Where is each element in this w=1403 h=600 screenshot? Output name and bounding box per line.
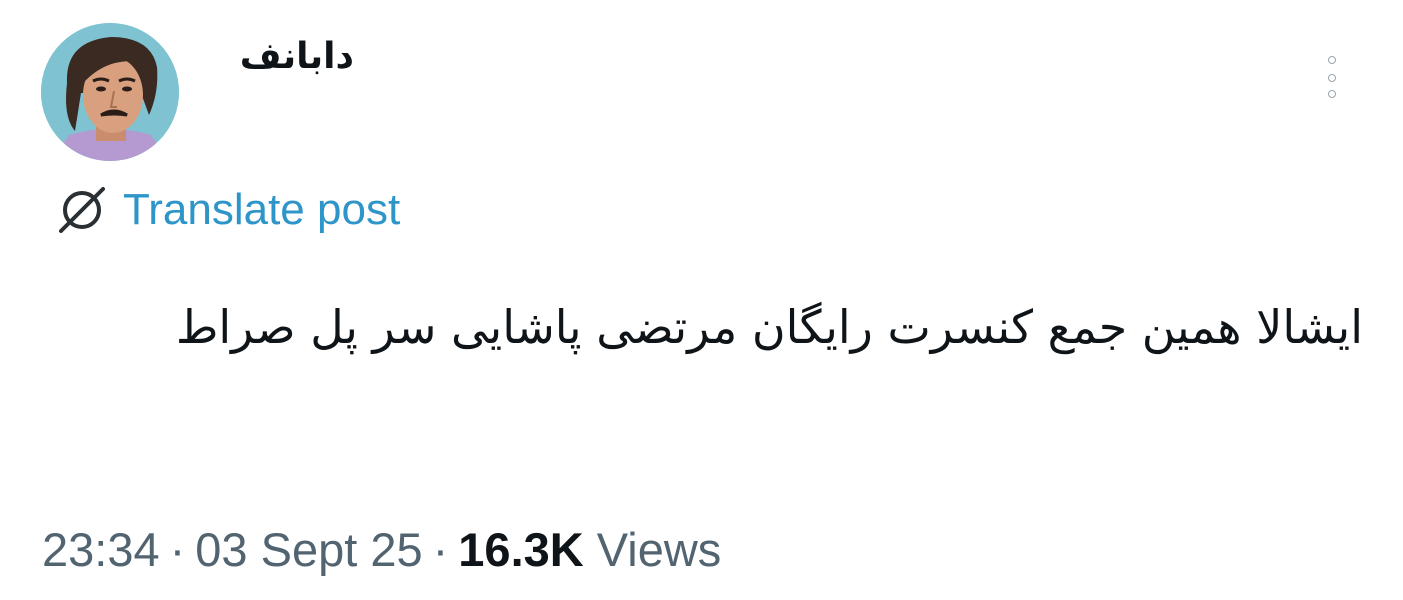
views-label: Views [596, 523, 722, 576]
avatar[interactable] [41, 23, 179, 161]
meta-separator: · [432, 523, 449, 576]
translate-post-label: Translate post [123, 185, 401, 234]
translate-post-button[interactable]: Translate post [55, 182, 400, 238]
more-vertical-icon[interactable] [1320, 52, 1346, 104]
post-date[interactable]: 03 Sept 25 [195, 523, 422, 576]
post-time[interactable]: 23:34 [42, 523, 160, 576]
meta-separator: · [169, 523, 186, 576]
globe-slash-icon [59, 187, 105, 233]
author-display-name[interactable]: دابانف [214, 34, 354, 80]
avatar-image [41, 23, 179, 161]
post-meta: 23:34 · 03 Sept 25 · 16.3K Views [42, 518, 721, 582]
post-text: ایشالا همین جمع کنسرت رایگان مرتضی پاشای… [175, 300, 1363, 354]
views-count[interactable]: 16.3K [458, 523, 583, 576]
